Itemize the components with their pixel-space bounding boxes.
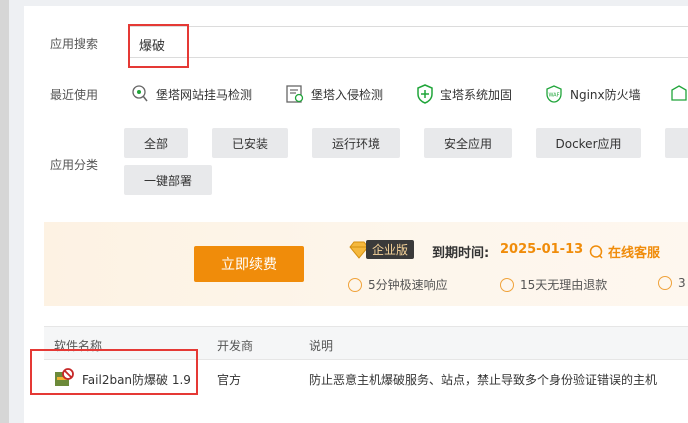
perk-label: 5分钟极速响应 bbox=[368, 278, 448, 292]
search-input[interactable]: 爆破 bbox=[128, 26, 688, 58]
category-installed[interactable]: 已安装 bbox=[212, 128, 288, 158]
search-label: 应用搜索 bbox=[50, 37, 99, 51]
category-label: 应用分类 bbox=[50, 158, 99, 172]
waf-icon: WAF bbox=[546, 85, 562, 103]
software-vendor: 官方 bbox=[217, 373, 242, 387]
recent-item-label: 堡塔网站挂马检测 bbox=[156, 87, 253, 102]
recent-item-label: 堡塔入侵检测 bbox=[311, 87, 384, 102]
scan-virus-icon bbox=[132, 85, 148, 102]
online-service-label: 在线客服 bbox=[608, 246, 661, 261]
category-more[interactable] bbox=[665, 128, 688, 158]
edition-label: 企业版 bbox=[366, 240, 415, 259]
category-docker[interactable]: Docker应用 bbox=[536, 128, 641, 158]
perk-more: 3 bbox=[658, 276, 686, 290]
column-header-description: 说明 bbox=[309, 339, 334, 353]
intrusion-detect-icon bbox=[286, 85, 304, 103]
clock-icon bbox=[348, 277, 362, 292]
svg-text:WAF: WAF bbox=[549, 93, 560, 99]
result-highlight-box bbox=[30, 349, 198, 395]
chat-icon bbox=[589, 244, 603, 259]
recent-item-label: Nginx防火墙 bbox=[570, 87, 641, 102]
recent-label: 最近使用 bbox=[50, 88, 99, 102]
category-security[interactable]: 安全应用 bbox=[424, 128, 512, 158]
expire-date: 2025-01-13 bbox=[500, 242, 584, 257]
enterprise-badge: 企业版 bbox=[348, 240, 415, 259]
perk-refund: 15天无理由退款 bbox=[500, 276, 607, 293]
category-all[interactable]: 全部 bbox=[124, 128, 188, 158]
recent-item-intrusion[interactable]: 堡塔入侵检测 bbox=[285, 84, 383, 104]
recent-item-hardening[interactable]: 宝塔系统加固 bbox=[416, 84, 512, 104]
recent-item-label: 宝塔系统加固 bbox=[440, 87, 513, 102]
category-one-click-deploy[interactable]: 一键部署 bbox=[124, 165, 212, 195]
shield-plus-icon bbox=[417, 84, 433, 104]
recent-item-more[interactable] bbox=[669, 84, 688, 104]
enterprise-promo-banner: 立即续费 企业版 到期时间: 2025-01-13 在线客服 5分钟极速响应 1… bbox=[44, 222, 688, 306]
online-service-link[interactable]: 在线客服 bbox=[588, 242, 660, 261]
recent-item-webshell-scan[interactable]: 堡塔网站挂马检测 bbox=[130, 84, 252, 104]
app-icon bbox=[671, 85, 687, 101]
category-runtime[interactable]: 运行环境 bbox=[312, 128, 400, 158]
renew-button[interactable]: 立即续费 bbox=[194, 246, 304, 282]
perk-label: 15天无理由退款 bbox=[520, 278, 608, 292]
search-highlight-box bbox=[128, 24, 189, 68]
perk-icon bbox=[658, 276, 672, 290]
column-header-vendor: 开发商 bbox=[217, 339, 254, 353]
refund-icon bbox=[500, 277, 514, 292]
software-description: 防止恶意主机爆破服务、站点，禁止导致多个身份验证错误的主机 bbox=[309, 373, 658, 387]
recent-item-nginx-waf[interactable]: WAF Nginx防火墙 bbox=[544, 84, 641, 104]
left-scroll-edge bbox=[0, 0, 9, 423]
perk-label: 3 bbox=[678, 276, 686, 290]
expire-label: 到期时间: bbox=[432, 246, 490, 261]
perk-fast-response: 5分钟极速响应 bbox=[348, 276, 448, 293]
